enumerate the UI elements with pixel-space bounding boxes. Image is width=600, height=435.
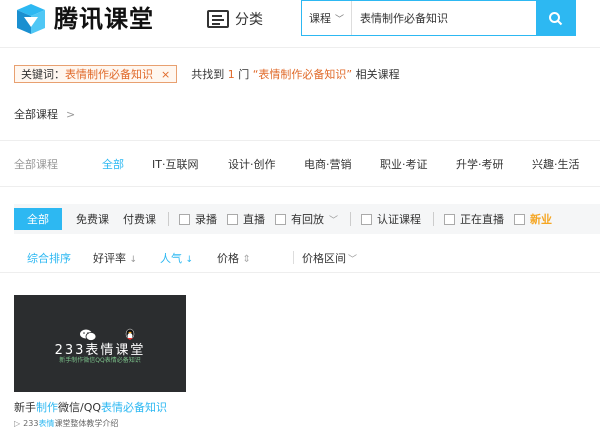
sort-popularity[interactable]: 人气 ↓ xyxy=(160,250,193,266)
certified-checkbox[interactable]: 认证课程 xyxy=(361,211,421,227)
chevron-right-icon: > xyxy=(66,107,76,121)
result-prefix: 共找到 xyxy=(191,68,225,81)
sort-price-label: 价格 xyxy=(217,252,239,265)
course-thumbnail[interactable]: 233表情课堂 新手制作微信QQ表情必备知识 xyxy=(14,295,186,392)
category-it[interactable]: IT·互联网 xyxy=(152,156,198,172)
course-desc-part: 课堂整体教学介绍 xyxy=(54,419,119,428)
filter-separator xyxy=(168,212,169,226)
sort-comprehensive[interactable]: 综合排序 xyxy=(27,250,71,266)
search-box: 课程 ﹀ xyxy=(301,0,576,36)
keyword-prefix: 关键词： xyxy=(21,68,65,81)
sort-price-range-label: 价格区间 xyxy=(302,252,346,265)
course-desc-part: 233 xyxy=(23,419,39,428)
filter-bar: 全部 免费课 付费课 录播 直播 有回放 ﹀ 认证课程 正在直播 新业 xyxy=(14,204,600,234)
section-divider xyxy=(0,140,600,141)
play-icon: ▷ xyxy=(14,419,21,428)
logo-mark-icon xyxy=(17,4,45,34)
course-title-part: 微信/QQ xyxy=(58,401,102,414)
sort-updown-icon: ⇕ xyxy=(242,254,251,265)
course-desc-highlight: 表情 xyxy=(38,419,55,428)
arrow-down-icon: ↓ xyxy=(129,255,138,265)
keyword-term: 表情制作必备知识 xyxy=(65,68,153,81)
filter-free-tab[interactable]: 免费课 xyxy=(76,211,109,227)
recorded-label: 录播 xyxy=(195,213,217,226)
new-label: 新业 xyxy=(530,213,553,226)
live-label: 直播 xyxy=(243,213,265,226)
sort-row: 综合排序 好评率 ↓ 人气 ↓ 价格 ⇕ 价格区间 ﹀ xyxy=(27,248,600,268)
chevron-down-icon: ﹀ xyxy=(348,255,358,265)
category-design[interactable]: 设计·创作 xyxy=(228,156,276,172)
keyword-tag: 关键词： 表情制作必备知识 × xyxy=(14,65,178,83)
filter-paid-tab[interactable]: 付费课 xyxy=(123,211,156,227)
search-type-select[interactable]: 课程 ﹀ xyxy=(302,1,352,35)
tencent-classroom-logo[interactable]: 腾讯课堂 xyxy=(14,2,154,36)
new-checkbox[interactable]: 新业 xyxy=(514,211,552,227)
result-suffix: 相关课程 xyxy=(355,68,400,81)
replay-checkbox[interactable]: 有回放 ﹀ xyxy=(275,211,338,227)
now-live-label: 正在直播 xyxy=(460,213,505,226)
course-title-part: 新手 xyxy=(14,401,36,414)
result-term: “表情制作必备知识” xyxy=(252,68,353,81)
category-exam[interactable]: 升学·考研 xyxy=(456,156,504,172)
course-card[interactable]: 233表情课堂 新手制作微信QQ表情必备知识 新手制作微信/QQ表情必备知识 ▷… xyxy=(14,295,186,429)
result-count: 1 xyxy=(227,68,235,81)
category-menu[interactable]: 分类 xyxy=(207,9,263,29)
result-unit: 门 xyxy=(238,68,250,81)
recorded-checkbox[interactable]: 录播 xyxy=(179,211,217,227)
sort-price[interactable]: 价格 ⇕ xyxy=(217,250,251,266)
category-all[interactable]: 全部 xyxy=(102,156,124,172)
category-ecommerce[interactable]: 电商·营销 xyxy=(304,156,352,172)
sort-divider xyxy=(0,272,600,273)
sort-rating[interactable]: 好评率 ↓ xyxy=(93,250,137,266)
search-icon xyxy=(549,11,563,25)
filter-separator xyxy=(433,212,435,226)
course-title-highlight: 表情必备知识 xyxy=(101,401,168,414)
category-nav-label: 全部课程 xyxy=(14,158,58,171)
now-live-checkbox[interactable]: 正在直播 xyxy=(444,211,504,227)
live-checkbox[interactable]: 直播 xyxy=(227,211,265,227)
course-description: ▷ 233 表情 课堂整体教学介绍 xyxy=(14,418,186,429)
chevron-down-icon: ﹀ xyxy=(329,215,339,226)
course-title-highlight: 制作 xyxy=(36,401,58,414)
search-type-label: 课程 xyxy=(308,12,331,25)
arrow-down-icon: ↓ xyxy=(185,255,194,265)
header: 腾讯课堂 分类 课程 ﹀ xyxy=(0,0,600,40)
result-summary: 共找到 1 门 “表情制作必备知识” 相关课程 xyxy=(191,66,399,82)
chevron-down-icon: ﹀ xyxy=(334,14,344,25)
list-icon xyxy=(207,10,229,28)
replay-label: 有回放 xyxy=(291,213,324,226)
remove-keyword-button[interactable]: × xyxy=(161,68,170,81)
breadcrumb: 全部课程 > xyxy=(14,106,75,122)
sort-price-range[interactable]: 价格区间 ﹀ xyxy=(302,250,357,266)
search-button[interactable] xyxy=(536,1,575,35)
logo-text: 腾讯课堂 xyxy=(54,5,154,33)
category-hobby[interactable]: 兴趣·生活 xyxy=(532,156,580,172)
sort-rating-label: 好评率 xyxy=(93,252,126,265)
thumbnail-subtitle: 新手制作微信QQ表情必备知识 xyxy=(59,357,141,364)
filter-separator xyxy=(350,212,352,226)
course-title[interactable]: 新手制作微信/QQ表情必备知识 xyxy=(14,399,186,415)
filter-all-tab[interactable]: 全部 xyxy=(14,208,62,230)
certified-label: 认证课程 xyxy=(377,213,422,226)
category-career[interactable]: 职业·考证 xyxy=(380,156,428,172)
keyword-row: 关键词： 表情制作必备知识 × 共找到 1 门 “表情制作必备知识” 相关课程 xyxy=(14,65,400,83)
sort-separator xyxy=(293,251,294,264)
search-input[interactable] xyxy=(352,1,536,35)
catnav-divider xyxy=(0,186,600,187)
breadcrumb-all-courses[interactable]: 全部课程 xyxy=(14,106,58,122)
header-divider xyxy=(0,47,600,48)
category-label: 分类 xyxy=(235,12,263,28)
sort-popularity-label: 人气 xyxy=(160,252,182,265)
